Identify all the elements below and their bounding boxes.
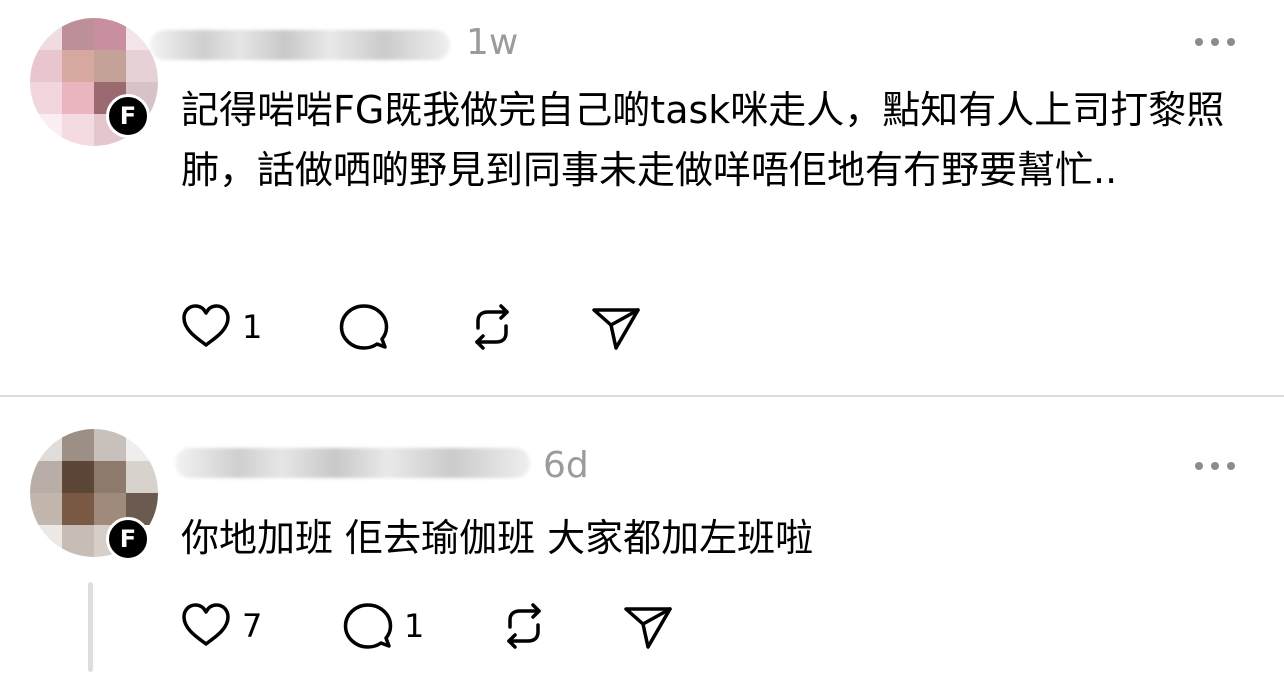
share-icon [624,607,672,649]
share-button[interactable] [590,301,642,353]
username-redacted[interactable] [150,30,450,60]
share-button[interactable] [622,600,674,652]
comment-button[interactable] [338,301,390,353]
post-text: 你地加班 佢去瑜伽班 大家都加左班啦 [181,516,814,560]
like-count: 1 [242,308,263,346]
more-icon[interactable] [1195,460,1235,472]
comment-button[interactable]: 1 [342,600,424,652]
comment-icon [343,603,393,649]
reply-post[interactable]: F 6d 你地加班 佢去瑜伽班 大家都加左班啦 7 1 [0,397,1284,682]
like-count: 7 [242,607,263,645]
share-icon [592,308,640,350]
follow-badge-icon[interactable]: F [106,517,150,561]
timestamp: 1w [466,22,519,63]
repost-button[interactable] [466,301,518,353]
timestamp: 6d [543,445,589,486]
repost-icon [475,304,509,350]
username-redacted[interactable] [175,448,530,478]
reply-count: 1 [404,607,425,645]
comment-icon [339,304,389,350]
heart-icon [182,304,230,347]
reply-post[interactable]: F 1w 記得啱啱FG既我做完自己啲task咪走人，點知有人上司打黎照肺，話做哂… [0,0,1284,396]
thread-line [88,582,93,672]
like-button[interactable]: 7 [180,600,262,652]
repost-icon [507,603,541,649]
heart-icon [182,603,230,646]
follow-badge-icon[interactable]: F [106,94,150,138]
repost-button[interactable] [498,600,550,652]
more-icon[interactable] [1195,36,1235,48]
like-button[interactable]: 1 [180,301,262,353]
post-text: 記得啱啱FG既我做完自己啲task咪走人，點知有人上司打黎照肺，話做哂啲野見到同… [181,88,1225,192]
